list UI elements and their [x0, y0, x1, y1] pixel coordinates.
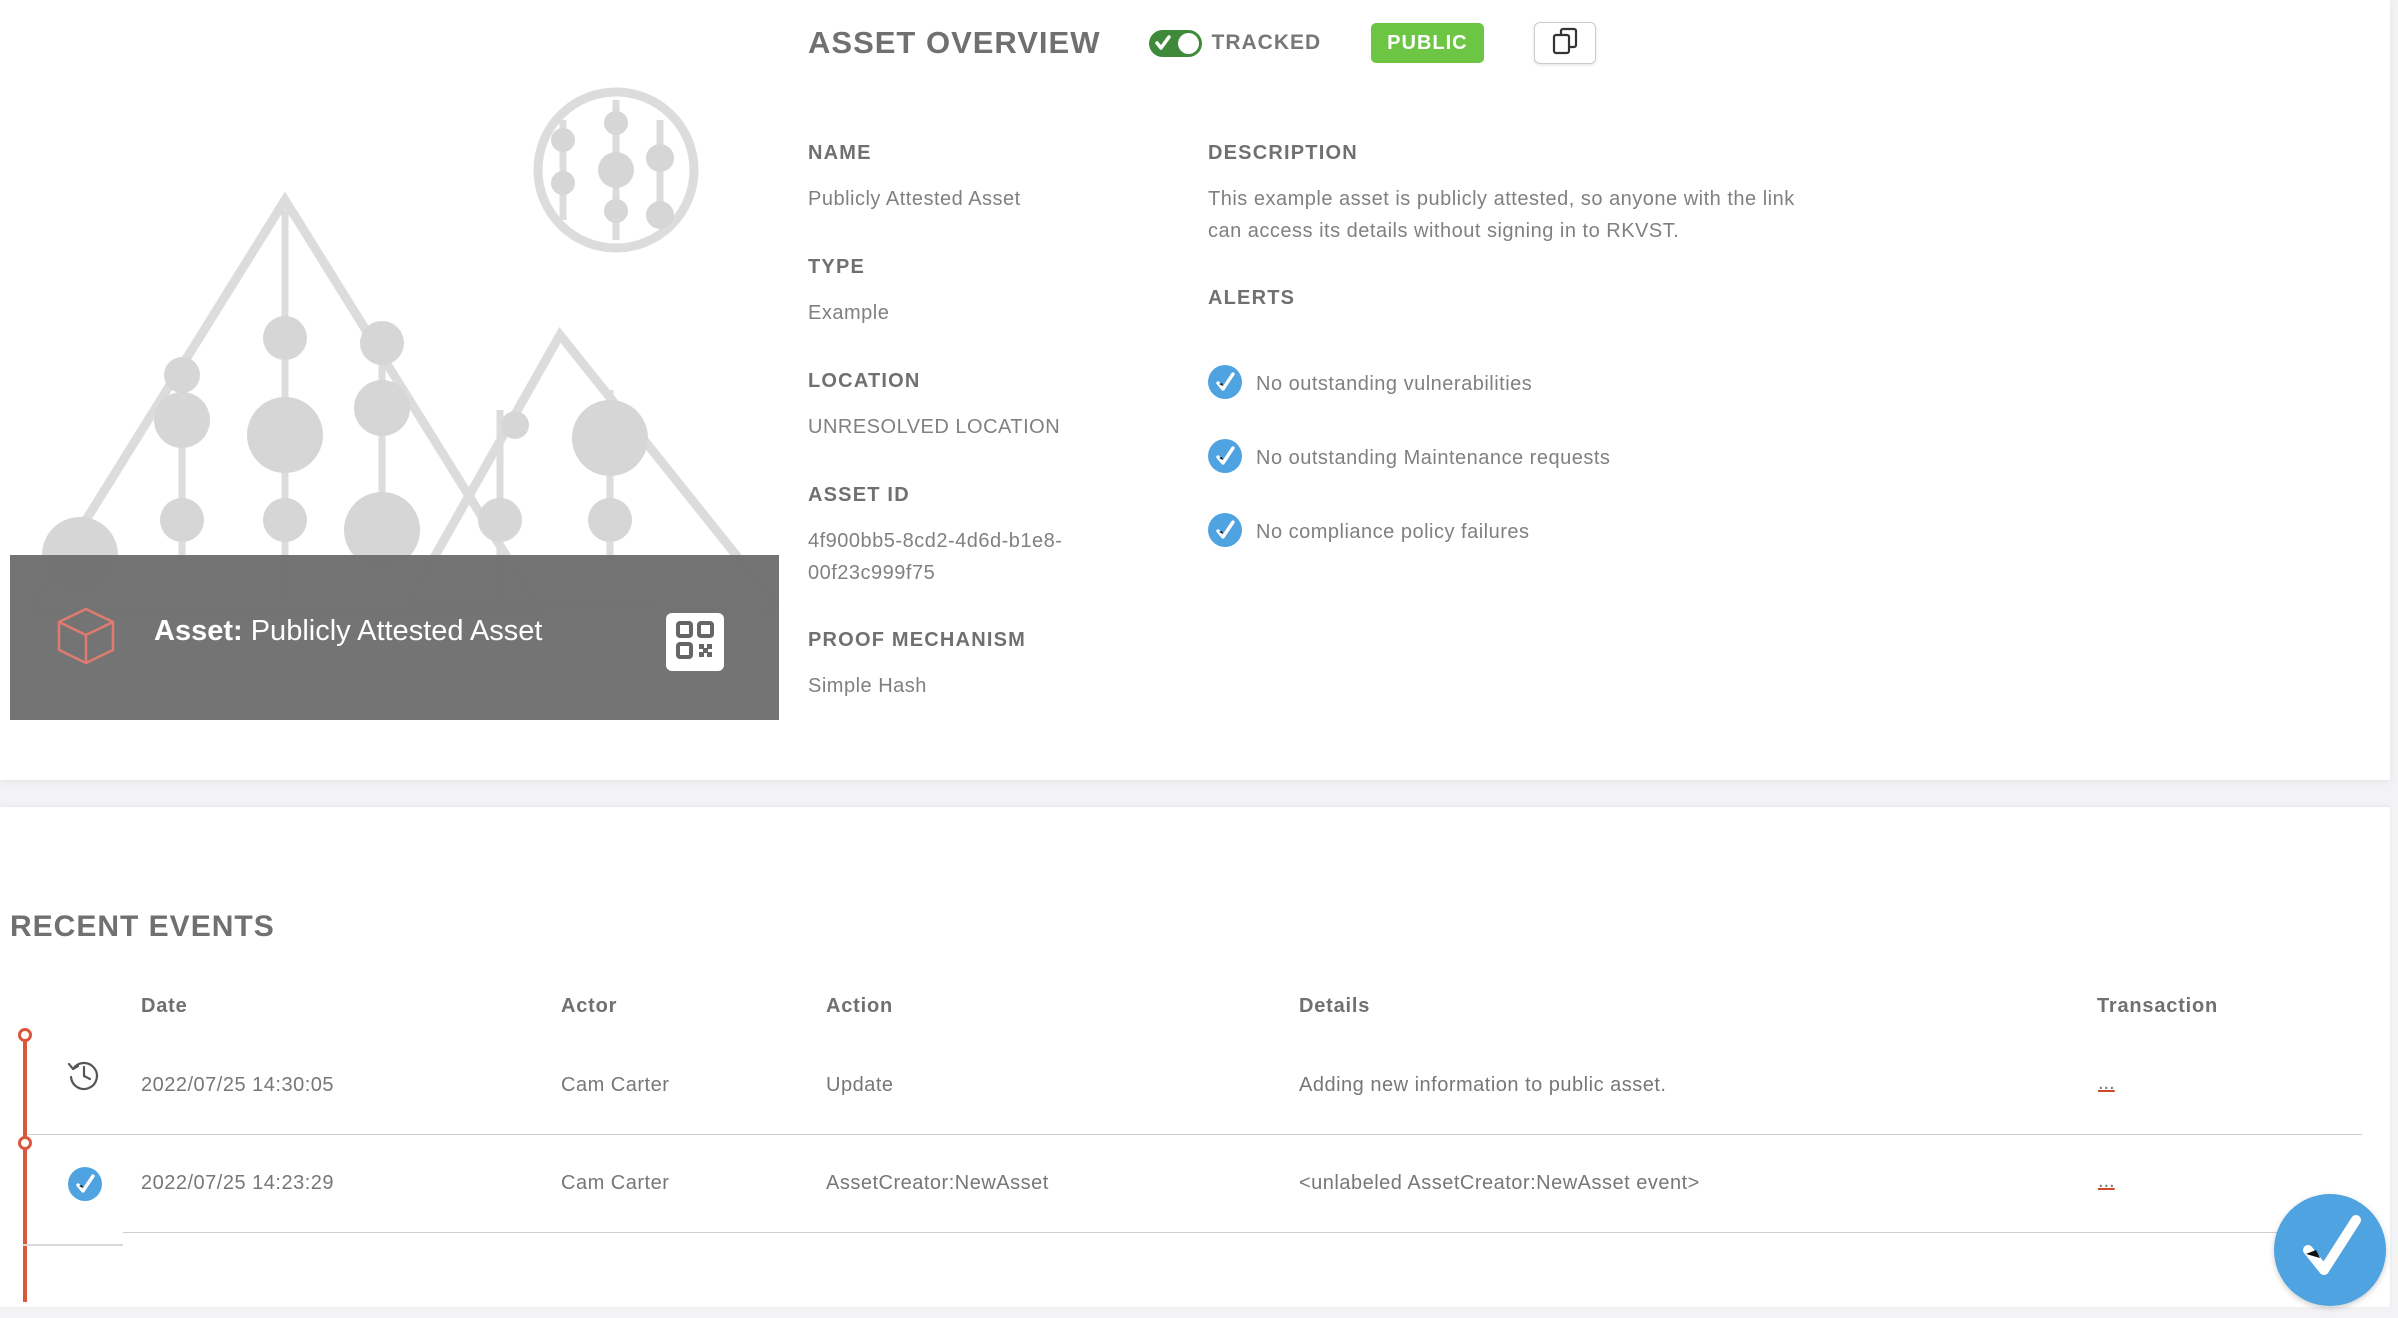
timeline-line: [23, 1035, 27, 1302]
column-header-details: Details: [1299, 995, 1371, 1017]
asset-id-field: ASSET ID 4f900bb5-8cd2-4d6d-b1e8- 00f23c…: [808, 484, 1062, 589]
toggle-knob: [1177, 32, 1199, 54]
timeline-node: [18, 1028, 32, 1042]
asset-id-line-1: 4f900bb5-8cd2-4d6d-b1e8-: [808, 530, 1063, 552]
page-title: ASSET OVERVIEW: [808, 25, 1101, 60]
check-circle-icon: [1208, 365, 1242, 404]
copy-link-button[interactable]: [1533, 22, 1596, 64]
alert-item: No outstanding vulnerabilities: [1208, 365, 1532, 404]
event-action: AssetCreator:NewAsset: [826, 1172, 1049, 1194]
event-action: Update: [826, 1074, 894, 1096]
type-field: TYPE Example: [808, 256, 889, 329]
qr-code-icon: [674, 619, 716, 666]
alerts-label: ALERTS: [1208, 287, 1296, 309]
row-divider: [28, 1134, 2362, 1135]
asset-hero-image: Asset: Publicly Attested Asset: [10, 0, 779, 720]
toggle-switch[interactable]: [1148, 29, 1202, 57]
alert-item: No outstanding Maintenance requests: [1208, 439, 1610, 478]
section-title: RECENT EVENTS: [10, 910, 275, 943]
description-field: DESCRIPTION This example asset is public…: [1208, 142, 1795, 247]
overview-header: ASSET OVERVIEW TRACKED PUBLIC: [808, 22, 1596, 64]
description-value: This example asset is publicly attested,…: [1208, 183, 1795, 247]
description-line-1: This example asset is publicly attested,…: [1208, 188, 1795, 210]
recent-events-card: RECENT EVENTS Date Actor Action Details …: [0, 807, 2390, 1307]
event-date: 2022/07/25 14:30:05: [141, 1074, 335, 1096]
tracked-toggle[interactable]: TRACKED: [1148, 29, 1322, 57]
type-label: TYPE: [808, 256, 866, 278]
column-header-action: Action: [826, 995, 894, 1017]
type-value: Example: [808, 302, 890, 324]
alert-text: No compliance policy failures: [1256, 521, 1530, 543]
alert-text: No outstanding Maintenance requests: [1256, 447, 1611, 469]
asset-overview-card: Asset: Publicly Attested Asset ASSET OVE…: [0, 0, 2390, 780]
copy-icon: [1550, 26, 1580, 61]
location-label: LOCATION: [808, 370, 921, 392]
asset-id-value: 4f900bb5-8cd2-4d6d-b1e8- 00f23c999f75: [808, 525, 1062, 589]
name-value: Publicly Attested Asset: [808, 188, 1021, 210]
asset-title-prefix: Asset:: [154, 615, 243, 647]
history-icon: [66, 1057, 102, 1098]
transaction-link[interactable]: ...: [2098, 1170, 2115, 1193]
location-value: UNRESOLVED LOCATION: [808, 416, 1061, 438]
proof-mechanism-field: PROOF MECHANISM Simple Hash: [808, 629, 1026, 702]
public-badge: PUBLIC: [1371, 23, 1484, 63]
column-header-actor: Actor: [561, 995, 618, 1017]
column-header-date: Date: [141, 995, 188, 1017]
column-header-transaction: Transaction: [2097, 995, 2219, 1017]
event-actor: Cam Carter: [561, 1074, 670, 1096]
check-circle-icon: [68, 1167, 102, 1206]
tracked-label: TRACKED: [1211, 31, 1322, 54]
event-details: Adding new information to public asset.: [1299, 1074, 1667, 1096]
name-label: NAME: [808, 142, 872, 164]
timeline-base: [23, 1244, 123, 1246]
description-label: DESCRIPTION: [1208, 142, 1358, 164]
check-icon: [1154, 34, 1171, 57]
proof-mechanism-value: Simple Hash: [808, 675, 927, 697]
verified-fab-button[interactable]: [2274, 1194, 2386, 1306]
asset-title-bar: Asset: Publicly Attested Asset: [10, 555, 779, 720]
event-details: <unlabeled AssetCreator:NewAsset event>: [1299, 1172, 1700, 1194]
asset-id-line-2: 00f23c999f75: [808, 562, 936, 584]
proof-mechanism-label: PROOF MECHANISM: [808, 629, 1026, 651]
location-field: LOCATION UNRESOLVED LOCATION: [808, 370, 1060, 443]
transaction-link[interactable]: ...: [2098, 1072, 2115, 1095]
asset-title-name: Publicly Attested Asset: [250, 615, 543, 647]
cube-icon: [55, 605, 117, 672]
asset-title: Asset: Publicly Attested Asset: [154, 615, 543, 648]
check-circle-icon: [1208, 513, 1242, 552]
check-circle-icon: [1208, 439, 1242, 478]
row-divider: [123, 1232, 2362, 1233]
name-field: NAME Publicly Attested Asset: [808, 142, 1021, 215]
alert-item: No compliance policy failures: [1208, 513, 1530, 552]
alert-text: No outstanding vulnerabilities: [1256, 373, 1533, 395]
timeline-node: [18, 1136, 32, 1150]
event-actor: Cam Carter: [561, 1172, 670, 1194]
asset-id-label: ASSET ID: [808, 484, 910, 506]
event-date: 2022/07/25 14:23:29: [141, 1172, 335, 1194]
description-line-2: can access its details without signing i…: [1208, 220, 1680, 242]
checkmark-icon: [2292, 1210, 2368, 1291]
qr-code-button[interactable]: [666, 613, 724, 671]
